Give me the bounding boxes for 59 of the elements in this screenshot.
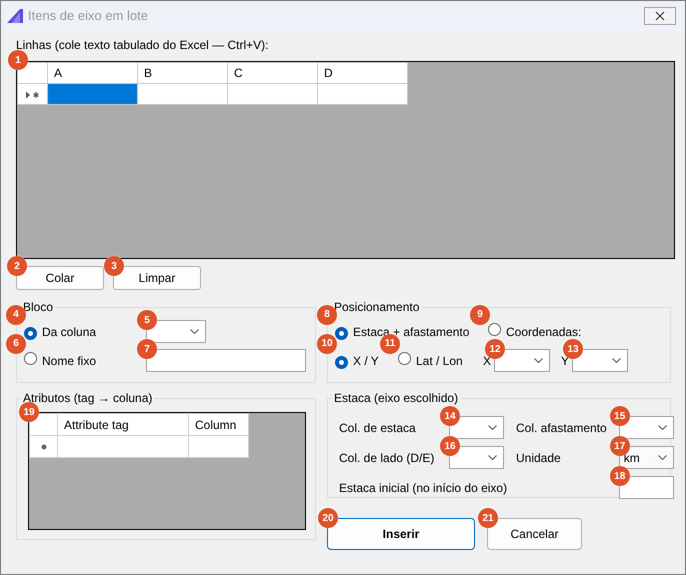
- window-title: Itens de eixo em lote: [28, 7, 149, 26]
- chevron-icon: [488, 455, 497, 460]
- chevron-icon: [534, 358, 544, 363]
- radio-label: Lat / Lon: [416, 352, 463, 370]
- group-title: Estaca (eixo escolhido): [333, 392, 460, 404]
- number-badge: 10: [317, 334, 337, 354]
- number-badge: 7: [137, 339, 157, 359]
- field-label: Estaca inicial (no início do eixo): [339, 480, 508, 496]
- column-header: A: [48, 62, 138, 84]
- number-badge: 18: [610, 466, 630, 486]
- radio-button[interactable]: [335, 326, 348, 340]
- number-badge: 5: [137, 310, 157, 330]
- radio-label: X / Y: [353, 352, 379, 370]
- close-icon: [655, 11, 665, 21]
- radio-label: Nome fixo: [42, 352, 96, 370]
- number-badge: 21: [478, 508, 498, 528]
- new-row-icon: [40, 444, 46, 450]
- radio-button[interactable]: [488, 322, 501, 336]
- table-cell[interactable]: [188, 436, 248, 458]
- table-cell[interactable]: [138, 84, 228, 104]
- table-cell[interactable]: [58, 436, 188, 458]
- field-label: Col. afastamento: [516, 420, 607, 436]
- column-header: D: [318, 62, 408, 84]
- number-badge: 17: [610, 436, 630, 456]
- chevron-icon: [488, 425, 497, 430]
- number-badge: 14: [440, 406, 460, 426]
- number-badge: 6: [6, 334, 26, 354]
- column-header: Attribute tag: [58, 414, 188, 436]
- number-badge: 1: [8, 50, 28, 70]
- radio-button[interactable]: [335, 356, 348, 368]
- number-badge: 2: [7, 256, 27, 276]
- new-row-icon: [26, 90, 40, 99]
- radio-button[interactable]: [398, 352, 411, 364]
- number-badge: 16: [440, 436, 460, 456]
- table-cell[interactable]: [48, 84, 138, 104]
- radio-button[interactable]: [24, 326, 37, 340]
- field-label: Unidade: [516, 450, 562, 466]
- group-title: Atributos (tag → coluna): [22, 392, 154, 404]
- field-label: Col. de lado (D/E): [339, 450, 436, 466]
- chevron-icon: [658, 425, 667, 430]
- table-cell[interactable]: [228, 84, 318, 104]
- number-badge: 9: [470, 304, 490, 324]
- column-header: C: [228, 62, 318, 84]
- column-header: B: [138, 62, 228, 84]
- radio-button[interactable]: [24, 352, 37, 364]
- chevron-icon: [190, 329, 199, 334]
- chevron-icon: [658, 455, 667, 460]
- field-label: Col. de estaca: [339, 420, 417, 436]
- app-logo-icon: [6, 8, 24, 24]
- table-cell[interactable]: [318, 84, 408, 104]
- radio-label: Coordenadas:: [506, 324, 582, 340]
- radio-label: Da coluna: [42, 324, 96, 340]
- close-button[interactable]: [644, 7, 676, 25]
- number-badge: 19: [19, 402, 39, 422]
- column-header: Column: [188, 414, 248, 436]
- number-badge: 15: [610, 406, 630, 426]
- number-badge: 20: [318, 508, 338, 528]
- number-badge: 13: [563, 339, 584, 359]
- chevron-icon: [612, 358, 622, 363]
